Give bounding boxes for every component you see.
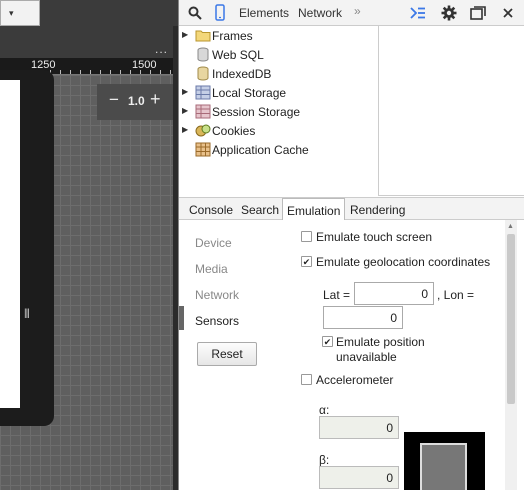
zoom-level: 1.0 xyxy=(128,94,145,108)
tree-item-web-sql[interactable]: Web SQL xyxy=(182,46,372,64)
more-tabs-icon[interactable]: » xyxy=(354,4,361,18)
alpha-input[interactable] xyxy=(319,416,399,439)
position-unavailable-checkbox[interactable]: ✔ xyxy=(322,336,333,347)
alpha-label: α: xyxy=(319,403,330,417)
device-viewport: ▾ ... 1250 1500 ||| − 1.0 + xyxy=(0,0,178,490)
expand-arrow-icon[interactable]: ▶ xyxy=(182,106,188,115)
latitude-input[interactable] xyxy=(354,282,434,305)
drawer-tabs: Console Search Emulation Rendering xyxy=(179,197,524,220)
zoom-out-button[interactable]: − xyxy=(109,90,119,110)
scroll-up-icon[interactable]: ▲ xyxy=(507,223,514,230)
expand-arrow-icon[interactable]: ▶ xyxy=(182,30,188,39)
tree-item-label: IndexedDB xyxy=(212,67,272,81)
beta-input[interactable] xyxy=(319,466,399,489)
sidebar-item-media[interactable]: Media xyxy=(195,262,228,276)
scrollbar-thumb[interactable] xyxy=(507,234,515,404)
tree-item-label: Web SQL xyxy=(212,48,264,62)
cache-grid-icon xyxy=(195,142,211,157)
position-unavailable-label: Emulate position xyxy=(336,335,425,349)
tree-item-local-storage[interactable]: ▶ Local Storage xyxy=(182,84,372,102)
tree-item-application-cache[interactable]: Application Cache xyxy=(182,141,372,159)
devtools-panel: Elements Network » ▶ Frames Web SQL Inde… xyxy=(178,0,524,490)
sidebar-item-device[interactable]: Device xyxy=(195,236,232,250)
tree-item-label: Cookies xyxy=(212,124,256,138)
zoom-control: − 1.0 + xyxy=(97,84,178,120)
emulation-panel: Device Media Network Sensors Reset Emula… xyxy=(179,220,524,490)
geolocation-checkbox[interactable]: ✔ xyxy=(301,256,312,267)
longitude-input[interactable] xyxy=(323,306,403,329)
folder-icon xyxy=(195,30,211,42)
ruler-tick-label: 1500 xyxy=(132,59,157,71)
tab-emulation[interactable]: Emulation xyxy=(282,198,346,220)
zoom-in-button[interactable]: + xyxy=(150,89,161,110)
accelerometer-checkbox[interactable] xyxy=(301,374,312,385)
tree-item-label: Session Storage xyxy=(212,105,301,119)
active-section-marker xyxy=(179,306,184,330)
database-icon xyxy=(197,66,209,81)
tree-item-label: Frames xyxy=(212,29,253,43)
cookie-icon xyxy=(195,124,211,137)
lon-label: , Lon = xyxy=(437,288,475,302)
reset-button[interactable]: Reset xyxy=(197,342,257,366)
device-frame: ||| xyxy=(0,70,54,426)
expand-arrow-icon[interactable]: ▶ xyxy=(182,87,188,96)
tree-item-indexeddb[interactable]: IndexedDB xyxy=(182,65,372,83)
device-screen xyxy=(0,80,20,408)
touch-screen-label: Emulate touch screen xyxy=(316,230,433,244)
tree-item-label: Application Cache xyxy=(212,143,309,157)
sidebar-item-sensors[interactable]: Sensors xyxy=(195,314,239,328)
expand-arrow-icon[interactable]: ▶ xyxy=(182,125,188,134)
close-icon[interactable] xyxy=(503,8,513,18)
devtools-toolbar: Elements Network » xyxy=(179,0,524,26)
accelerometer-preview xyxy=(404,432,485,490)
geolocation-label: Emulate geolocation coordinates xyxy=(316,255,491,269)
touch-screen-checkbox[interactable] xyxy=(301,231,312,242)
position-unavailable-label-line2: unavailable xyxy=(336,350,397,364)
console-drawer-icon[interactable] xyxy=(410,7,426,19)
storage-grid-icon xyxy=(195,85,211,100)
tree-item-frames[interactable]: ▶ Frames xyxy=(182,27,372,45)
tab-elements[interactable]: Elements xyxy=(239,6,289,20)
gear-icon[interactable] xyxy=(441,5,457,21)
tree-item-session-storage[interactable]: ▶ Session Storage xyxy=(182,103,372,121)
resources-tree: ▶ Frames Web SQL IndexedDB ▶ Local Stora… xyxy=(179,26,379,196)
viewport-dropdown[interactable]: ▾ xyxy=(0,0,40,26)
accelerometer-label: Accelerometer xyxy=(316,373,394,387)
dock-side-icon[interactable] xyxy=(470,6,486,20)
tab-search[interactable]: Search xyxy=(241,198,279,220)
tab-network[interactable]: Network xyxy=(298,6,342,20)
tab-console[interactable]: Console xyxy=(189,198,233,220)
chevron-down-icon: ▾ xyxy=(9,8,14,18)
tree-item-label: Local Storage xyxy=(212,86,287,100)
device-mode-icon[interactable] xyxy=(215,4,225,21)
device-orientation-box xyxy=(420,443,467,490)
viewport-header: ▾ ... xyxy=(0,0,178,58)
lat-label: Lat = xyxy=(323,288,351,302)
resize-handle-icon[interactable]: ||| xyxy=(24,308,30,319)
tree-item-cookies[interactable]: ▶ Cookies xyxy=(182,122,372,140)
search-icon[interactable] xyxy=(188,6,202,20)
sidebar-item-network[interactable]: Network xyxy=(195,288,239,302)
tab-rendering[interactable]: Rendering xyxy=(350,198,405,220)
more-options-icon[interactable]: ... xyxy=(155,42,168,56)
vertical-scrollbar[interactable]: ▲ xyxy=(505,220,517,490)
storage-grid-icon xyxy=(195,104,211,119)
database-icon xyxy=(197,47,209,62)
resource-detail-pane xyxy=(379,26,524,196)
beta-label: β: xyxy=(319,453,330,467)
